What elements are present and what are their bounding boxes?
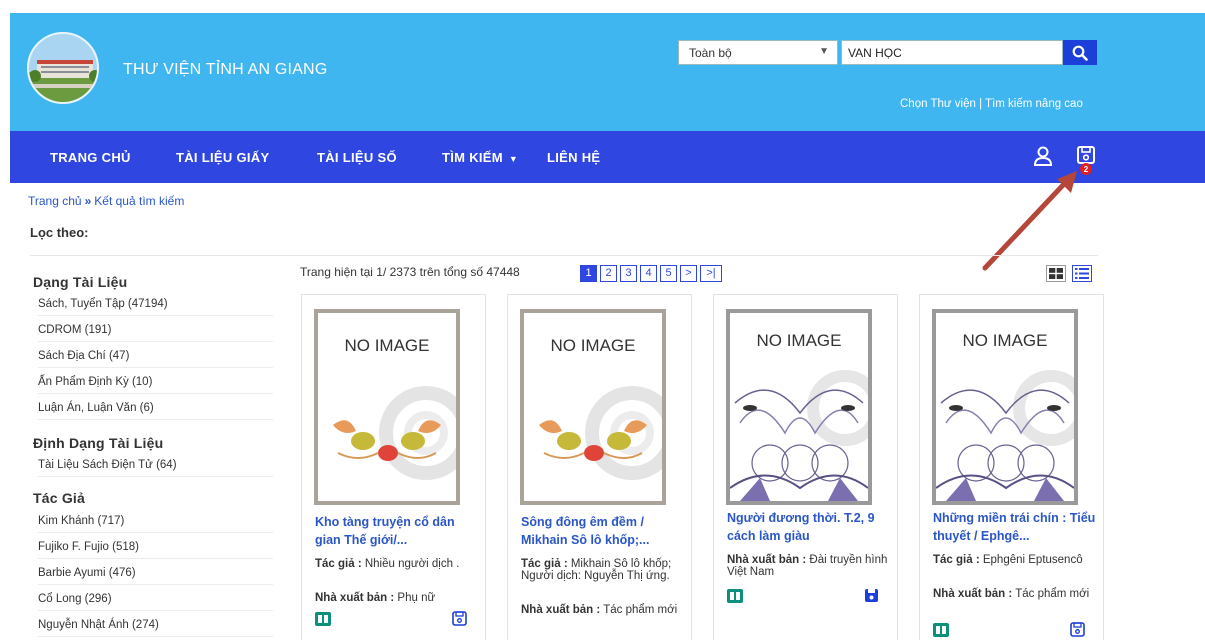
grid-view-icon[interactable] — [1046, 265, 1066, 282]
nav-search[interactable]: TÌM KIẾM ▼ — [442, 150, 518, 165]
page-button-4[interactable]: 4 — [640, 265, 657, 282]
cover-decoration — [730, 370, 868, 501]
publisher-label: Nhà xuất bản : — [315, 592, 395, 604]
book-card[interactable]: NO IMAGE Người đương thời. T.2, 9 cách l… — [713, 294, 898, 640]
filter-item[interactable]: Cổ Long (296) — [38, 593, 273, 611]
filter-group-format: Định Dạng Tài Liệu — [33, 435, 164, 451]
publisher-label: Nhà xuất bản : — [521, 604, 601, 616]
book-card[interactable]: NO IMAGE Kho tàng truyện cổ dân gian Thế… — [301, 294, 486, 640]
book-publisher: Nhà xuất bản : Phụ nữ — [315, 592, 480, 604]
filter-item[interactable]: Kim Khánh (717) — [38, 515, 273, 533]
list-view-icon[interactable] — [1072, 265, 1092, 282]
chevron-down-icon: ▼ — [819, 46, 829, 57]
book-cover[interactable]: NO IMAGE — [520, 309, 666, 505]
search-scope-value: Toàn bộ — [689, 46, 732, 60]
filter-group-document-type: Dạng Tài Liệu — [33, 274, 128, 290]
book-icon[interactable] — [727, 589, 743, 603]
book-title[interactable]: Sông đông êm đềm / Mikhain Sô lô khốp;..… — [521, 513, 686, 549]
book-title[interactable]: Những miền trái chín : Tiểu thuyết / Eph… — [933, 509, 1098, 545]
breadcrumb: Trang chủ» Kết quả tìm kiếm — [28, 194, 184, 208]
search-scope-select[interactable]: Toàn bộ ▼ — [678, 40, 838, 65]
filter-item[interactable]: Luận Án, Luận Văn (6) — [38, 402, 273, 420]
publisher-label: Nhà xuất bản : — [933, 588, 1013, 600]
book-cover[interactable]: NO IMAGE — [314, 309, 460, 505]
publisher-value: Tác phẩm mới — [600, 604, 678, 616]
nav-home[interactable]: TRANG CHỦ — [50, 150, 131, 165]
nav-paper-documents[interactable]: TÀI LIỆU GIẤY — [176, 150, 269, 165]
filter-item[interactable]: Ấn Phẩm Định Kỳ (10) — [38, 376, 273, 394]
save-icon[interactable] — [864, 588, 879, 603]
last-page-button[interactable]: >| — [700, 265, 722, 282]
filter-item[interactable]: Sách, Tuyển Tập (47194) — [38, 298, 273, 316]
save-icon[interactable] — [1070, 622, 1085, 637]
save-icon[interactable] — [452, 611, 467, 626]
filter-title: Lọc theo: — [30, 225, 89, 240]
breadcrumb-separator-icon: » — [84, 194, 92, 208]
book-publisher: Nhà xuất bản : Tác phẩm mới — [933, 588, 1098, 600]
book-title[interactable]: Kho tàng truyện cổ dân gian Thế giới/... — [315, 513, 480, 549]
nav-search-label: TÌM KIẾM — [442, 150, 503, 165]
book-title[interactable]: Người đương thời. T.2, 9 cách làm giàu — [727, 509, 892, 545]
cover-decoration — [539, 386, 662, 480]
page-info: Trang hiện tại 1/ 2373 trên tổng số 4744… — [300, 265, 520, 279]
cover-decoration — [936, 370, 1074, 501]
book-cover[interactable]: NO IMAGE — [726, 309, 872, 505]
publisher-value: Phụ nữ — [394, 592, 436, 604]
breadcrumb-home[interactable]: Trang chủ — [28, 194, 82, 208]
book-author: Tác giả : Ephgêni Eptusencô — [933, 554, 1098, 566]
next-page-button[interactable]: > — [680, 265, 697, 282]
book-publisher: Nhà xuất bản : Đài truyền hình Việt Nam — [727, 554, 892, 578]
search-input[interactable] — [841, 40, 1063, 65]
book-icon[interactable] — [933, 623, 949, 637]
annotation-arrow — [982, 171, 1077, 271]
book-cover[interactable]: NO IMAGE — [932, 309, 1078, 505]
filter-item[interactable]: Nguyễn Nhật Ánh (274) — [38, 619, 273, 637]
filter-item[interactable]: Fujiko F. Fujio (518) — [38, 541, 273, 559]
filter-item[interactable]: Sách Địa Chí (47) — [38, 350, 273, 368]
breadcrumb-current: Kết quả tìm kiếm — [94, 194, 185, 208]
book-author: Tác giả : Nhiều người dịch . — [315, 558, 480, 570]
author-value: Nhiều người dịch . — [361, 558, 460, 570]
book-card[interactable]: NO IMAGE Những miền trái chín : Tiểu thu… — [919, 294, 1104, 640]
site-header: THƯ VIỆN TỈNH AN GIANG Toàn bộ ▼ Chọn Th… — [10, 13, 1205, 131]
page-button-2[interactable]: 2 — [600, 265, 617, 282]
search-icon — [1072, 45, 1088, 61]
site-title[interactable]: THƯ VIỆN TỈNH AN GIANG — [123, 61, 327, 79]
author-value: Ephgêni Eptusencô — [979, 554, 1083, 566]
filter-group-author: Tác Giả — [33, 490, 85, 506]
page-button-3[interactable]: 3 — [620, 265, 637, 282]
filter-item[interactable]: CDROM (191) — [38, 324, 273, 342]
header-links[interactable]: Chọn Thư viện | Tìm kiếm nâng cao — [900, 98, 1083, 110]
book-author: Tác giả : Mikhain Sô lô khốp; Người dịch… — [521, 558, 686, 582]
nav-contact[interactable]: LIÊN HỆ — [547, 150, 600, 165]
caret-down-icon: ▼ — [508, 154, 519, 164]
book-icon[interactable] — [315, 612, 331, 626]
page-button-5[interactable]: 5 — [660, 265, 677, 282]
author-label: Tác giả : — [315, 558, 362, 570]
author-label: Tác giả : — [521, 558, 568, 570]
library-logo[interactable] — [27, 32, 99, 104]
filter-item[interactable]: Tài Liệu Sách Điện Tử (64) — [38, 459, 273, 477]
book-publisher: Nhà xuất bản : Tác phẩm mới — [521, 604, 686, 616]
pagination: 1 2 3 4 5 > >| — [580, 265, 722, 282]
page-button-1[interactable]: 1 — [580, 265, 597, 282]
divider — [30, 255, 1098, 256]
filter-item[interactable]: Barbie Ayumi (476) — [38, 567, 273, 585]
publisher-label: Nhà xuất bản : — [727, 554, 807, 566]
book-card[interactable]: NO IMAGE Sông đông êm đềm / Mikhain Sô l… — [507, 294, 692, 640]
publisher-value: Tác phẩm mới — [1012, 588, 1090, 600]
author-label: Tác giả : — [933, 554, 980, 566]
cover-decoration — [333, 386, 456, 480]
nav-digital-documents[interactable]: TÀI LIỆU SỐ — [317, 150, 397, 165]
search-button[interactable] — [1063, 40, 1097, 65]
